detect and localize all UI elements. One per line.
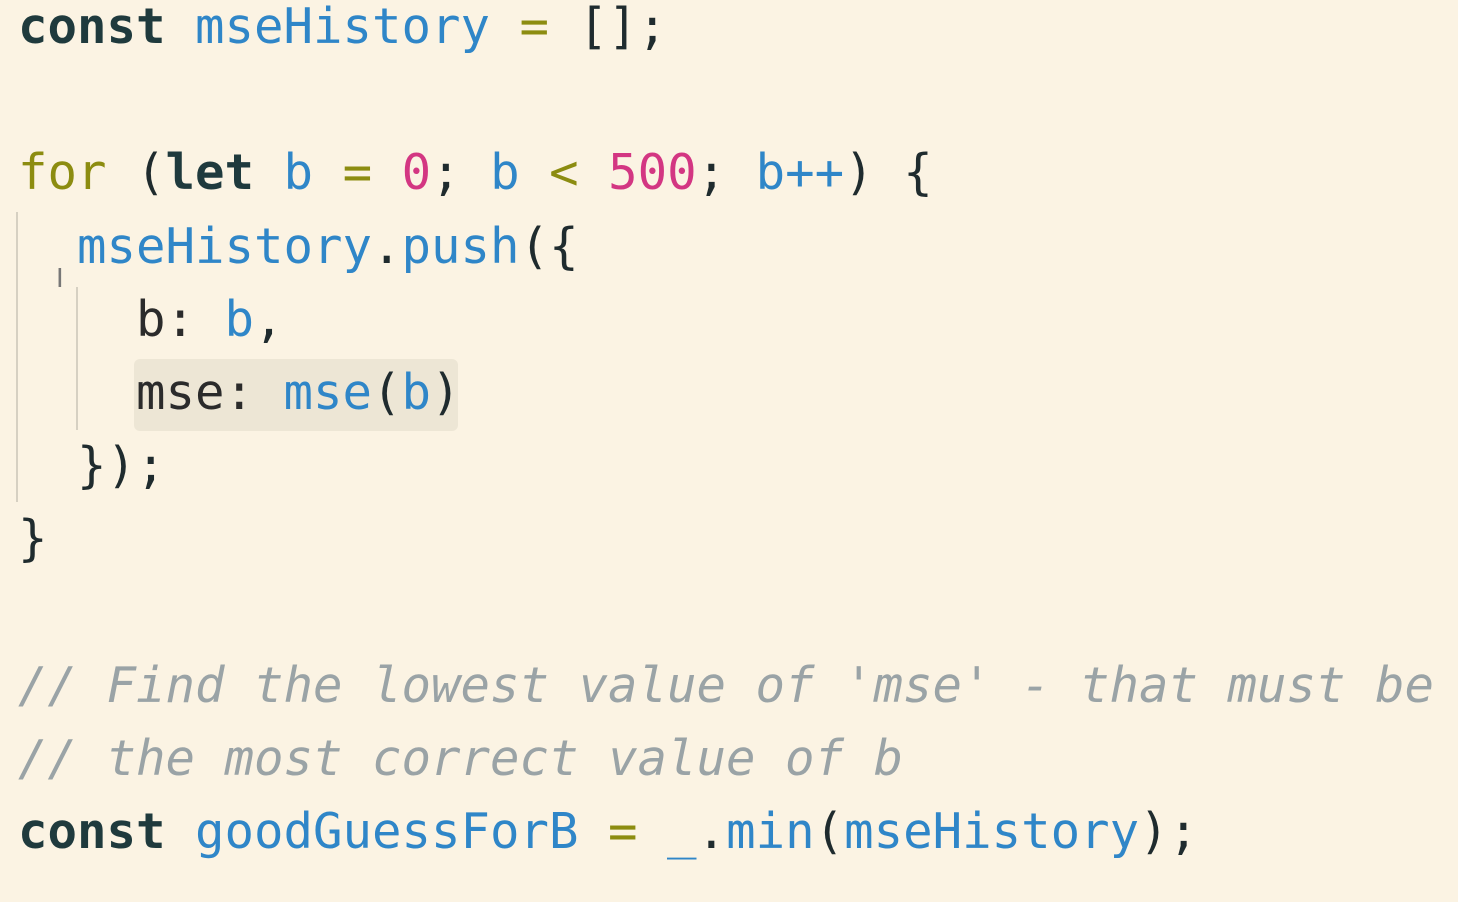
code-line[interactable]: const mseHistory = []; — [18, 0, 667, 63]
code-token: mseHistory — [77, 217, 373, 275]
code-token: ) — [431, 364, 461, 421]
code-token: push — [401, 217, 520, 275]
code-token: 0 — [401, 144, 432, 202]
code-token: }); — [18, 437, 166, 495]
code-token: min — [726, 803, 815, 861]
code-token: ( — [136, 144, 166, 202]
code-token: ( — [372, 364, 402, 421]
code-token: ); — [1139, 803, 1199, 861]
code-token: } — [18, 510, 48, 568]
code-token: mse: — [18, 364, 284, 421]
code-line[interactable]: b: b, — [18, 283, 284, 356]
code-editor[interactable]: I const mseHistory = []; for (let b = 0; … — [0, 0, 1458, 902]
code-token: const — [18, 803, 196, 861]
code-token: ) { — [844, 144, 933, 202]
code-comment: // the most correct value of b — [18, 730, 904, 787]
code-line[interactable]: mse: mse(b) — [18, 356, 461, 429]
code-token: const — [18, 0, 196, 55]
code-token: . — [696, 803, 727, 861]
code-token: ; — [696, 144, 756, 202]
code-token: for — [18, 144, 137, 202]
code-token: b — [490, 144, 520, 202]
code-token: = — [313, 144, 402, 202]
code-token: ; — [431, 144, 491, 202]
code-token: mse — [283, 364, 373, 421]
code-token: b++ — [755, 144, 845, 202]
code-line[interactable]: }); — [18, 429, 166, 502]
code-line[interactable]: for (let b = 0; b < 500; b++) { — [18, 136, 933, 209]
code-token: b: — [18, 290, 225, 348]
code-token: b — [283, 144, 314, 202]
code-token: = — [578, 803, 668, 861]
code-token: mseHistory — [195, 0, 491, 55]
code-token: 500 — [608, 144, 697, 202]
code-line[interactable]: } — [18, 502, 48, 575]
code-token: < — [519, 144, 609, 202]
code-token: []; — [578, 0, 668, 55]
code-line[interactable]: mseHistory.push({ — [18, 210, 579, 283]
code-token: ( — [814, 803, 845, 861]
code-token: mseHistory — [844, 803, 1140, 861]
code-token: , — [254, 290, 284, 348]
code-token: ({ — [519, 217, 579, 275]
code-token: goodGuessForB — [195, 803, 579, 861]
code-token: b — [401, 364, 432, 421]
code-line[interactable]: // the most correct value of b — [18, 722, 903, 795]
code-token: _ — [667, 803, 697, 861]
code-line[interactable]: // Find the lowest value of 'mse' - that… — [18, 649, 1434, 722]
code-token: let — [165, 144, 284, 202]
code-line[interactable]: const goodGuessForB = _.min(mseHistory); — [18, 795, 1198, 868]
code-token: b — [224, 290, 255, 348]
code-token: . — [372, 217, 402, 275]
code-comment: // Find the lowest value of 'mse' - that… — [18, 656, 1435, 714]
code-token: = — [490, 0, 579, 55]
